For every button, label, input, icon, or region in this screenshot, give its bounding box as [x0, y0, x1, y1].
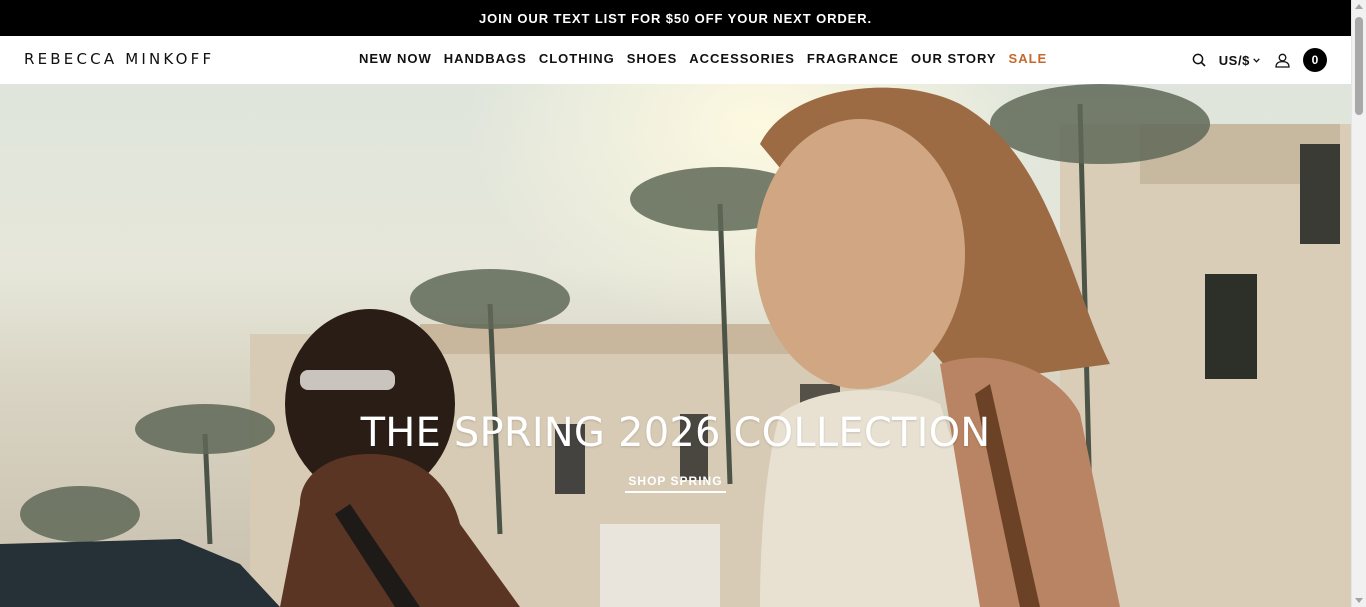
scrollbar-thumb[interactable] — [1355, 17, 1363, 115]
header-utilities: US/$ 0 — [1187, 48, 1327, 72]
promo-bar[interactable]: JOIN OUR TEXT LIST FOR $50 OFF YOUR NEXT… — [0, 0, 1351, 36]
hero-banner[interactable]: THE SPRING 2026 COLLECTION SHOP SPRING — [0, 84, 1351, 607]
shop-spring-link[interactable]: SHOP SPRING — [625, 474, 726, 493]
nav-item-accessories[interactable]: ACCESSORIES — [689, 51, 795, 66]
user-icon[interactable] — [1270, 48, 1294, 72]
chevron-down-icon — [1253, 57, 1260, 63]
currency-label: US/$ — [1218, 52, 1250, 68]
promo-text[interactable]: JOIN OUR TEXT LIST FOR $50 OFF YOUR NEXT… — [479, 11, 872, 26]
hero-image — [0, 84, 1351, 607]
currency-selector[interactable]: US/$ — [1219, 53, 1260, 68]
scroll-up-icon[interactable] — [1355, 4, 1363, 9]
main-nav: NEW NOW HANDBAGS CLOTHING SHOES ACCESSOR… — [359, 51, 1047, 66]
brand-logo[interactable]: REBECCA MINKOFF — [24, 50, 214, 68]
page-scrollbar[interactable] — [1351, 0, 1366, 607]
nav-item-new-now[interactable]: NEW NOW — [359, 51, 432, 66]
scroll-down-icon[interactable] — [1355, 598, 1363, 603]
nav-item-shoes[interactable]: SHOES — [627, 51, 678, 66]
nav-item-our-story[interactable]: OUR STORY — [911, 51, 997, 66]
nav-item-sale[interactable]: SALE — [1009, 51, 1048, 66]
nav-item-clothing[interactable]: CLOTHING — [539, 51, 615, 66]
site-header: REBECCA MINKOFF NEW NOW HANDBAGS CLOTHIN… — [0, 36, 1351, 84]
search-icon[interactable] — [1187, 48, 1211, 72]
cart-count-badge[interactable]: 0 — [1303, 48, 1327, 72]
nav-item-fragrance[interactable]: FRAGRANCE — [807, 51, 899, 66]
hero-title: THE SPRING 2026 COLLECTION — [360, 410, 991, 456]
nav-item-handbags[interactable]: HANDBAGS — [444, 51, 527, 66]
